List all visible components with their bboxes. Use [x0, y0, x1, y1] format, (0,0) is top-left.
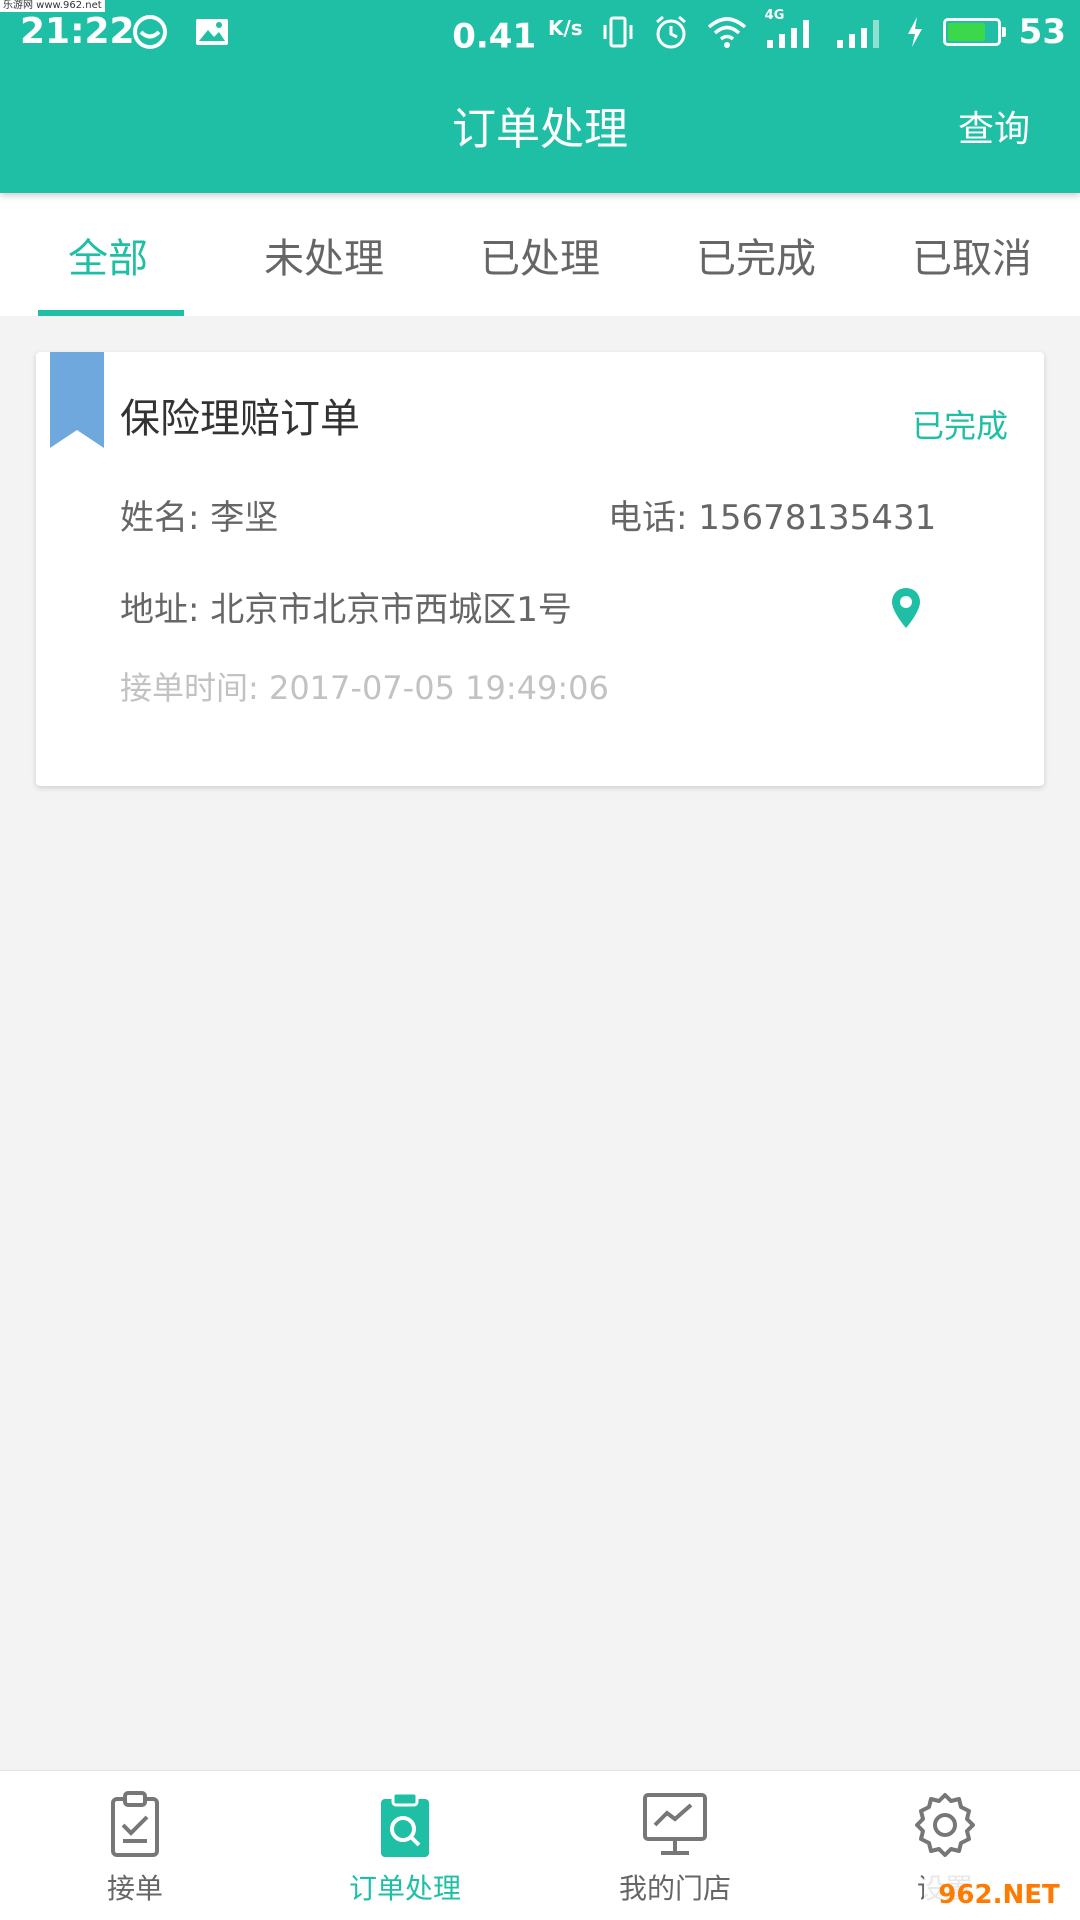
- tab-completed[interactable]: 已完成: [648, 193, 864, 316]
- network-type: 4G: [764, 8, 785, 23]
- order-time: 接单时间: 2017-07-05 19:49:06: [120, 669, 609, 707]
- battery-icon: [942, 18, 1006, 46]
- status-left-icons: [132, 14, 230, 50]
- face-icon: [133, 15, 167, 49]
- status-bar: 21:22 0.41 K/s 4G 53: [0, 0, 1080, 66]
- tab-cancelled[interactable]: 已取消: [864, 193, 1080, 316]
- customer-phone[interactable]: 电话: 15678135431: [608, 496, 936, 540]
- watermark-bottom: 962.NET: [924, 1873, 1074, 1917]
- page-title: 订单处理: [452, 104, 628, 155]
- bookmark-icon: [50, 352, 104, 448]
- image-icon: [196, 19, 228, 45]
- gear-icon: [915, 1793, 975, 1857]
- order-tabs: 全部 未处理 已处理 已完成 已取消: [0, 193, 1080, 316]
- tab-all[interactable]: 全部: [0, 193, 216, 316]
- customer-address: 地址: 北京市北京市西城区1号: [120, 590, 572, 630]
- monitor-chart-icon: [643, 1793, 707, 1855]
- signal-icon: [836, 20, 879, 48]
- location-pin-icon[interactable]: [890, 586, 922, 630]
- app-root: 乐游网 www.962.net 21:22 0.41 K/s 4G 53 订单处…: [0, 0, 1080, 1920]
- clipboard-search-icon: [381, 1791, 429, 1857]
- wifi-icon: [707, 17, 746, 48]
- clipboard-check-icon: [111, 1791, 159, 1857]
- customer-name: 姓名: 李坚: [120, 498, 279, 538]
- nav-order-processing[interactable]: 订单处理: [270, 1771, 540, 1920]
- charging-icon: [907, 17, 922, 47]
- app-header: 乐游网 www.962.net 21:22 0.41 K/s 4G 53 订单处…: [0, 0, 1080, 193]
- query-button[interactable]: 查询: [958, 105, 1030, 155]
- network-speed-unit: K/s: [547, 15, 583, 40]
- nav-label: 我的门店: [618, 1872, 731, 1905]
- vibrate-icon: [603, 16, 633, 48]
- network-speed: 0.41 K/s: [452, 6, 582, 58]
- nav-my-store[interactable]: 我的门店: [540, 1771, 810, 1920]
- tab-processed[interactable]: 已处理: [432, 193, 648, 316]
- status-time: 21:22: [20, 11, 135, 52]
- tab-unprocessed[interactable]: 未处理: [216, 193, 432, 316]
- battery-fill: [947, 23, 986, 41]
- order-status: 已完成: [911, 407, 1008, 445]
- alarm-icon: [655, 15, 686, 49]
- nav-label: 接单: [106, 1872, 163, 1905]
- nav-accept-orders[interactable]: 接单: [0, 1771, 270, 1920]
- status-right: 0.41 K/s 4G 53: [452, 8, 1066, 56]
- nav-label: 订单处理: [348, 1872, 461, 1905]
- signal-group-1: 4G: [765, 8, 817, 50]
- order-card[interactable]: 保险理赔订单 已完成 姓名: 李坚 电话: 15678135431 地址: 北京…: [36, 352, 1044, 786]
- battery-level: 53: [1018, 12, 1066, 52]
- network-speed-value: 0.41: [452, 16, 537, 57]
- bottom-nav: 接单 订单处理 我的门店 设置: [0, 1770, 1080, 1920]
- order-title: 保险理赔订单: [120, 396, 360, 442]
